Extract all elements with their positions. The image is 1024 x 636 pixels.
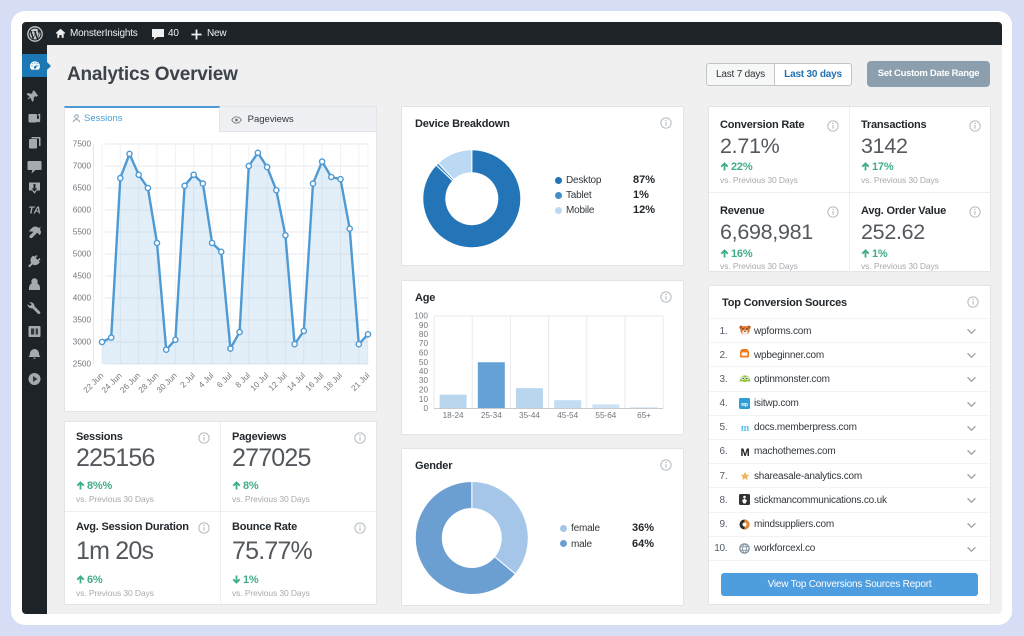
svg-text:25-34: 25-34 [481,411,502,420]
svg-text:100: 100 [414,312,428,321]
svg-text:45-54: 45-54 [557,411,578,420]
svg-text:55-64: 55-64 [595,411,616,420]
svg-text:90: 90 [419,321,429,330]
svg-text:M: M [741,447,750,458]
svg-text:80: 80 [419,330,429,339]
svg-text:35-44: 35-44 [519,411,540,420]
svg-text:wp: wp [740,401,748,407]
svg-text:18-24: 18-24 [443,411,464,420]
svg-text:60: 60 [419,349,429,358]
svg-text:50: 50 [419,358,429,367]
svg-text:0: 0 [423,404,428,413]
svg-text:40: 40 [419,367,429,376]
svg-text:20: 20 [419,386,429,395]
svg-text:TA: TA [28,206,41,217]
svg-text:65+: 65+ [637,411,651,420]
svg-text:m: m [741,423,750,433]
svg-text:70: 70 [419,339,429,348]
svg-text:10: 10 [419,395,429,404]
svg-text:30: 30 [419,376,429,385]
